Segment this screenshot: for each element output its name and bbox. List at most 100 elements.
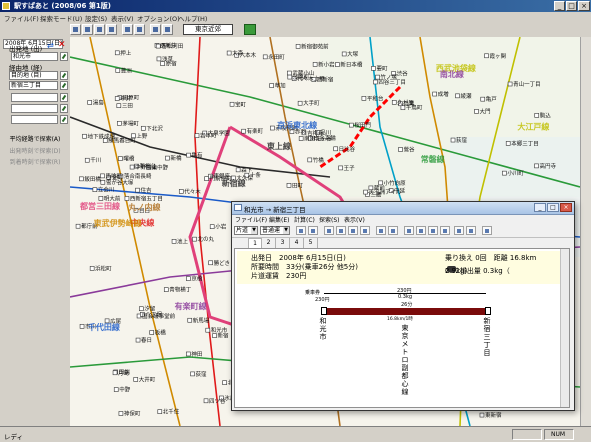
station-label[interactable]: 駒込 [540,111,552,119]
station-label[interactable]: 大門 [480,107,492,115]
search-departure-button[interactable]: 出発時刻で探索(D) [3,147,67,157]
from-field[interactable]: 和光市 [11,52,58,61]
station-label[interactable]: 荻窪 [196,370,208,378]
station-marker[interactable] [75,223,81,229]
station-marker[interactable] [484,53,489,59]
station-label[interactable]: 中井 [120,95,132,103]
station-label[interactable]: 馬喰町 [105,172,122,180]
station-label[interactable]: 千鳥町 [406,104,423,112]
route-tab-5[interactable]: 5 [304,238,318,248]
station-marker[interactable] [479,412,485,418]
station-label[interactable]: 大手町 [303,99,320,107]
station-label[interactable]: 月島 [118,369,130,377]
menu-help[interactable]: ヘルプ(H) [178,13,207,23]
station-marker[interactable] [204,176,209,182]
station-label[interactable]: 大塚 [347,50,359,58]
station-label[interactable]: 青山一丁目 [513,80,541,88]
station-label[interactable]: 西新宿 [317,76,334,84]
station-label[interactable]: 住吉 [140,186,152,194]
station-label[interactable]: 和光市 [211,326,228,334]
station-marker[interactable] [450,137,456,143]
station-label[interactable]: 高円寺 [539,162,556,170]
station-marker[interactable] [209,224,215,229]
station-marker[interactable] [165,155,170,161]
station-label[interactable]: 上野 [136,132,148,140]
station-marker[interactable] [480,96,486,102]
via-field-2[interactable] [11,104,58,113]
station-label[interactable]: 亀戸 [486,95,498,103]
search-arrival-button[interactable]: 到着時刻で探索(R) [3,158,67,168]
station-label[interactable]: 落合南長崎 [124,172,152,180]
station-marker[interactable] [371,66,376,71]
station-marker[interactable] [398,147,403,152]
station-label[interactable]: 新馬場 [193,316,210,324]
station-marker[interactable] [474,109,479,114]
close-button[interactable]: × [578,1,590,11]
result-menu-edit[interactable]: 編集(E) [269,215,289,224]
station-marker[interactable] [286,183,292,188]
station-marker[interactable] [203,398,209,404]
station-marker[interactable] [87,100,93,105]
result-tool-5[interactable] [348,226,358,235]
title-bar[interactable]: 駅すぱあと (2008/06 第1版) _ □ × [0,0,591,12]
via-field-3[interactable] [11,115,58,124]
station-marker[interactable] [186,152,191,158]
station-marker[interactable] [333,146,338,152]
station-label[interactable]: 三田 [122,103,133,110]
result-tool-7[interactable] [376,226,386,235]
station-label[interactable]: 四谷三丁目 [378,78,406,86]
station-marker[interactable] [391,100,397,105]
station-label[interactable]: 神田 [191,350,202,358]
station-label[interactable]: 小川町 [507,169,524,177]
result-close-button[interactable]: × [560,203,572,212]
station-marker[interactable] [112,370,118,376]
route-tab-1[interactable]: 1 [248,238,262,248]
station-marker[interactable] [138,306,144,312]
station-label[interactable]: 草加 [275,82,286,90]
station-marker[interactable] [295,44,301,49]
station-label[interactable]: 明大前 [104,194,121,202]
station-marker[interactable] [205,327,211,333]
station-label[interactable]: 勝どき [214,259,230,267]
station-label[interactable]: 中野坂上 [135,163,158,171]
station-label[interactable]: 平和台 [367,94,384,102]
result-tool-9[interactable] [404,226,414,235]
edit-via-button[interactable] [60,71,68,80]
station-label[interactable]: 豊洲 [121,66,133,74]
station-label[interactable]: 南阿佐ヶ谷 [304,134,332,142]
station-marker[interactable] [312,62,318,67]
menu-options[interactable]: オプション(O) [137,13,180,23]
fare-type-select[interactable]: 普通運 ▼ [260,226,290,235]
station-label[interactable]: 代々木 [184,187,201,195]
via-field-1[interactable] [11,93,58,102]
route-tab-4[interactable]: 4 [290,238,304,248]
station-marker[interactable] [156,56,162,62]
station-marker[interactable] [92,187,98,193]
station-marker[interactable] [455,93,460,99]
station-marker[interactable] [363,189,368,195]
toolbar-print-button[interactable] [150,24,161,35]
to-field[interactable]: 新宿三丁目 [9,81,58,90]
station-marker[interactable] [118,156,123,161]
result-menu-view[interactable]: 表示(V) [344,215,365,224]
station-marker[interactable] [118,411,124,416]
station-label[interactable]: 淡路町 [293,73,310,81]
station-marker[interactable] [287,70,292,76]
station-label[interactable]: 新日本橋 [340,61,363,69]
station-label[interactable]: 霞ヶ関 [490,53,507,60]
station-marker[interactable] [269,83,274,88]
station-marker[interactable] [229,101,235,107]
menu-search-mode[interactable]: 探索モード(U) [40,13,82,23]
station-label[interactable]: 神保町 [124,409,141,417]
station-label[interactable]: 西新宿五丁目 [130,194,163,202]
station-marker[interactable] [241,128,246,134]
station-marker[interactable] [432,91,437,97]
station-marker[interactable] [335,62,340,67]
station-marker[interactable] [212,333,217,338]
station-marker[interactable] [307,157,313,163]
station-label[interactable]: 汐留 [144,305,156,313]
station-label[interactable]: 池上 [177,237,189,245]
result-tool-6[interactable] [360,226,370,235]
station-marker[interactable] [79,176,84,182]
station-marker[interactable] [100,179,106,185]
